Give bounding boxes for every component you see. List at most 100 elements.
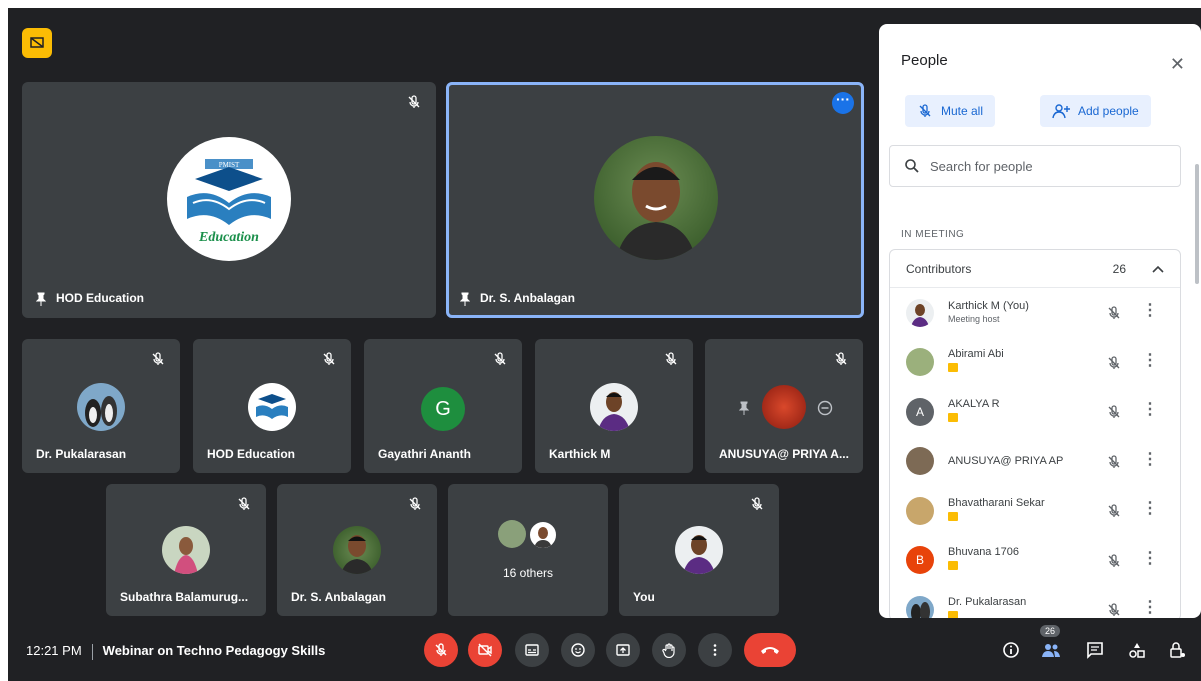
mute-all-label: Mute all (941, 104, 984, 118)
grid-tile[interactable]: G Gayathri Ananth (364, 339, 522, 473)
meeting-details: 12:21 PM Webinar on Techno Pedagogy Skill… (26, 643, 325, 660)
mic-off-icon[interactable] (1106, 454, 1122, 470)
avatar (906, 348, 934, 377)
participant-row[interactable]: A AKALYA R ⋮ (890, 387, 1180, 437)
raise-hand-button[interactable] (652, 633, 686, 667)
lock-person-icon (1170, 642, 1185, 658)
mic-off-icon (494, 352, 506, 365)
reactions-button[interactable] (561, 633, 595, 667)
avatar (333, 526, 381, 574)
camera-toggle-button[interactable] (468, 633, 502, 667)
end-call-button[interactable] (744, 633, 796, 667)
activities-button[interactable] (1124, 637, 1150, 663)
more-vert-icon[interactable]: ⋮ (1142, 352, 1158, 369)
more-vert-icon[interactable]: ⋮ (1142, 501, 1158, 517)
clock-time: 12:21 PM (26, 643, 82, 658)
panel-title: People (901, 52, 948, 69)
avatar-initial: G (421, 387, 465, 431)
grid-tile[interactable]: Dr. Pukalarasan (22, 339, 180, 473)
grid-tile[interactable]: HOD Education (193, 339, 351, 473)
participant-name: Karthick M (You) (948, 299, 1029, 312)
education-logo (248, 383, 296, 431)
chat-button[interactable] (1082, 637, 1108, 663)
mic-off-icon (152, 352, 164, 365)
avatar (498, 520, 526, 548)
search-input[interactable]: Search for people (889, 145, 1181, 187)
avatar (906, 447, 934, 476)
contributors-header[interactable]: Contributors 26 (890, 250, 1180, 288)
participant-name: ANUSUYA@ PRIYA AP /E... (948, 454, 1066, 467)
tile-name: Dr. S. Anbalagan (460, 291, 575, 306)
participant-role: Meeting host (948, 313, 1000, 324)
captions-button[interactable] (515, 633, 549, 667)
group-count: 26 (1112, 261, 1126, 276)
mic-off-icon[interactable] (1106, 553, 1122, 569)
add-people-label: Add people (1078, 104, 1139, 118)
tile-name: Subathra Balamurug... (120, 590, 249, 604)
mic-off-icon[interactable] (1106, 305, 1122, 321)
mic-off-icon (238, 497, 250, 510)
search-placeholder: Search for people (930, 158, 1033, 174)
participant-row[interactable]: Dr. Pukalarasan ⋮ (890, 585, 1180, 618)
mic-off-icon[interactable] (1106, 355, 1122, 371)
mic-off-icon (751, 497, 763, 510)
more-vert-icon[interactable]: ⋮ (1142, 451, 1158, 468)
avatar-initial: A (906, 397, 934, 426)
participant-row[interactable]: ANUSUYA@ PRIYA AP /E... ⋮ (890, 437, 1180, 487)
meeting-info-button[interactable] (998, 637, 1024, 663)
mic-toggle-button[interactable] (424, 633, 458, 667)
mute-all-button[interactable]: Mute all (905, 95, 996, 127)
mic-off-icon[interactable] (1106, 503, 1122, 519)
people-button[interactable]: 26 (1038, 625, 1064, 663)
camera-off-icon (478, 643, 492, 657)
more-vert-icon[interactable]: ⋮ (1142, 550, 1158, 567)
people-panel: People ✕ Mute all Add people Search for … (879, 24, 1201, 618)
pin-icon[interactable] (739, 401, 749, 415)
participant-row[interactable]: Abirami Abi ⋮ (890, 338, 1180, 388)
chat-icon (1087, 642, 1103, 659)
scrollbar[interactable] (1195, 164, 1199, 284)
more-vert-icon[interactable]: ⋮ (1142, 600, 1158, 616)
host-controls-button[interactable] (1164, 637, 1190, 663)
mic-off-icon (409, 497, 421, 510)
presenting-badge[interactable] (22, 28, 52, 58)
bottom-bar: 12:21 PM Webinar on Techno Pedagogy Skill… (8, 623, 1201, 681)
avatar (906, 496, 934, 525)
grid-tile[interactable]: ANUSUYA@ PRIYA A... (705, 339, 863, 473)
participant-row[interactable]: Karthick M (You) Meeting host ⋮ (890, 288, 1180, 338)
emoji-icon (571, 643, 585, 657)
tile-name: Karthick M (549, 447, 611, 461)
others-tile[interactable]: 16 others (448, 484, 608, 616)
present-screen-icon (616, 644, 630, 656)
grid-tile[interactable]: Subathra Balamurug... (106, 484, 266, 616)
grid-tile[interactable]: Karthick M (535, 339, 693, 473)
participant-row[interactable]: B Bhuvana 1706 ⋮ (890, 536, 1180, 586)
grid-tile[interactable]: You (619, 484, 779, 616)
main-tile-anbalagan[interactable]: ··· Dr. S. Anbalagan (446, 82, 864, 318)
search-icon (905, 159, 919, 173)
contributors-list: Contributors 26 Karthick M (You) Meeting … (889, 249, 1181, 618)
mic-off-icon[interactable] (1106, 404, 1122, 420)
main-tile-hod[interactable]: PMIST Education HOD Education (22, 82, 436, 318)
avatar (906, 298, 934, 327)
participant-name: Dr. Pukalarasan (948, 595, 1027, 608)
close-icon[interactable]: ✕ (1170, 54, 1185, 75)
grid-tile[interactable]: Dr. S. Anbalagan (277, 484, 437, 616)
more-options-button[interactable] (698, 633, 732, 667)
pin-icon (36, 292, 46, 306)
remove-icon[interactable] (817, 400, 833, 416)
more-vert-icon[interactable]: ⋮ (1142, 303, 1158, 319)
add-people-button[interactable]: Add people (1040, 95, 1151, 127)
more-options-icon[interactable]: ··· (832, 92, 854, 114)
participant-row[interactable]: Bhavatharani Sekar ⋮ (890, 486, 1180, 536)
mic-off-icon[interactable] (1106, 602, 1122, 618)
tile-name: Dr. S. Anbalagan (291, 590, 386, 604)
tile-name: HOD Education (36, 291, 144, 306)
participant-name: AKALYA R (948, 397, 1000, 410)
present-button[interactable] (606, 633, 640, 667)
more-vert-icon[interactable]: ⋮ (1142, 402, 1158, 418)
people-count-badge: 26 (1040, 625, 1061, 637)
present-tag-icon (948, 610, 958, 618)
chevron-up-icon[interactable] (1152, 265, 1164, 273)
mic-off-icon (408, 95, 420, 108)
